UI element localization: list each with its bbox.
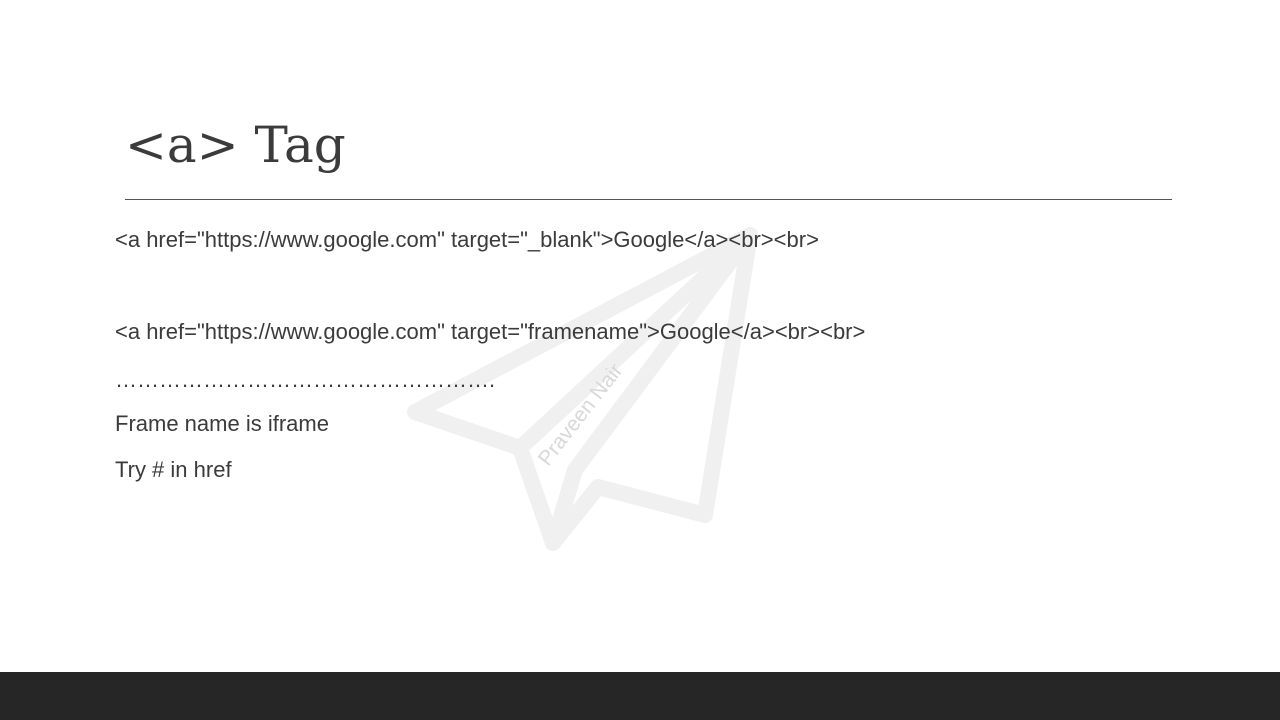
slide-title: <a> Tag (125, 116, 346, 174)
footer-bar (0, 672, 1280, 720)
note-hash-href: Try # in href (115, 457, 232, 482)
dotted-separator: ……………………………………………. (115, 367, 496, 392)
code-line-frame-target: <a href="https://www.google.com" target=… (115, 319, 866, 344)
slide: Praveen Nair <a> Tag <a href="https://ww… (0, 0, 1280, 720)
watermark-text: Praveen Nair (534, 359, 628, 470)
watermark: Praveen Nair (407, 227, 758, 551)
code-line-blank-target: <a href="https://www.google.com" target=… (115, 227, 819, 252)
title-divider (125, 199, 1172, 200)
note-frame-name: Frame name is iframe (115, 411, 329, 436)
